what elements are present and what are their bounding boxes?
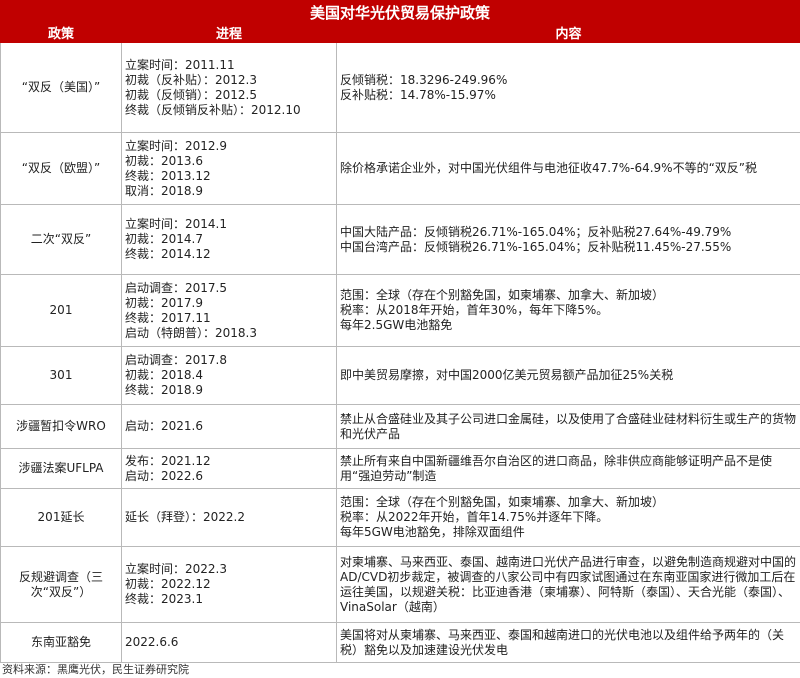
progress-cell: 立案时间：2014.1 初裁：2014.7 终裁：2014.12 — [121, 204, 337, 275]
content-cell: 中国大陆产品：反倾销税26.71%-165.04%；反补贴税27.64%-49.… — [336, 204, 800, 275]
content-line: 范围：全球（存在个别豁免国，如柬埔寨、加拿大、新加坡） — [340, 495, 665, 509]
progress-line: 取消：2018.9 — [125, 183, 203, 198]
content-cell: 即中美贸易摩擦，对中国2000亿美元贸易额产品加征25%关税 — [336, 346, 800, 405]
progress-line: 初裁：2017.9 — [125, 295, 203, 310]
progress-line: 立案时间：2012.9 — [125, 138, 227, 153]
content-line: 反倾销税：18.3296-249.96% — [340, 72, 508, 87]
page: 美国对华光伏贸易保护政策 政策 进程 内容 “双反（美国）” 立案时间：2011.… — [0, 0, 800, 678]
content-line: 禁止从合盛硅业及其子公司进口金属硅，以及使用了合盛硅业硅材料衍生或生产的货物和光… — [340, 411, 797, 441]
progress-cell: 立案时间：2011.11 初裁（反补贴）：2012.3 初裁（反倾销）：2012.5… — [121, 42, 337, 133]
content-line: 对柬埔寨、马来西亚、泰国、越南进口光伏产品进行审查，以避免制造商规避对中国的AD… — [340, 554, 797, 614]
policy-cell: 201延长 — [0, 488, 122, 547]
header-content: 内容 — [336, 26, 800, 43]
policy-cell: “双反（美国）” — [0, 42, 122, 133]
policy-cell: 东南亚豁免 — [0, 622, 122, 663]
table-row: 二次“双反” 立案时间：2014.1 初裁：2014.7 终裁：2014.12 中国大陆… — [0, 204, 800, 275]
policy-cell: 二次“双反” — [0, 204, 122, 275]
table-row: 东南亚豁免 2022.6.6 美国将对从柬埔寨、马来西亚、泰国和越南进口的光伏电池以… — [0, 622, 800, 663]
content-line: 除价格承诺企业外，对中国光伏组件与电池征收47.7%-64.9%不等的“双反”税 — [340, 161, 758, 175]
content-line: 美国将对从柬埔寨、马来西亚、泰国和越南进口的光伏电池以及组件给予两年的（关税）豁… — [340, 627, 785, 657]
content-line: 每年5GW电池豁免，排除双面组件 — [340, 525, 525, 539]
policy-cell: 涉疆法案UFLPA — [0, 448, 122, 489]
progress-line: 立案时间：2022.3 — [125, 562, 227, 576]
content-line: 禁止所有来自中国新疆维吾尔自治区的进口商品，除非供应商能够证明产品不是使用“强迫… — [340, 453, 773, 483]
progress-line: 延长（拜登）：2022.2 — [125, 510, 245, 524]
progress-line: 终裁：2023.1 — [125, 592, 203, 606]
policy-cell: “双反（欧盟）” — [0, 132, 122, 205]
content-cell: 对柬埔寨、马来西亚、泰国、越南进口光伏产品进行审查，以避免制造商规避对中国的AD… — [336, 546, 800, 623]
table-row: 201延长 延长（拜登）：2022.2 范围：全球（存在个别豁免国，如柬埔寨、加拿大… — [0, 488, 800, 547]
policy-table: 政策 进程 内容 “双反（美国）” 立案时间：2011.11 初裁（反补贴）：201… — [0, 26, 800, 663]
content-cell: 美国将对从柬埔寨、马来西亚、泰国和越南进口的光伏电池以及组件给予两年的（关税）豁… — [336, 622, 800, 663]
header-policy: 政策 — [0, 26, 122, 43]
progress-cell: 启动调查：2017.8 初裁：2018.4 终裁：2018.9 — [121, 346, 337, 405]
policy-cell: 201 — [0, 274, 122, 347]
header-progress: 进程 — [121, 26, 337, 43]
progress-line: 终裁：2014.12 — [125, 247, 211, 261]
table-row: “双反（美国）” 立案时间：2011.11 初裁（反补贴）：2012.3 初裁（反倾销… — [0, 42, 800, 133]
progress-line: 终裁：2013.12 — [125, 168, 211, 183]
progress-cell: 发布：2021.12 启动：2022.6 — [121, 448, 337, 489]
content-cell: 反倾销税：18.3296-249.96% 反补贴税：14.78%-15.97% — [336, 42, 800, 133]
content-line: 中国大陆产品：反倾销税26.71%-165.04%；反补贴税27.64%-49.… — [340, 224, 732, 239]
table-row: 涉疆暂扣令WRO 启动：2021.6 禁止从合盛硅业及其子公司进口金属硅，以及使用了… — [0, 404, 800, 449]
progress-line: 终裁（反倾销反补贴）：2012.10 — [125, 102, 301, 117]
content-cell: 范围：全球（存在个别豁免国，如柬埔寨、加拿大、新加坡） 税率：从2018年开始，首… — [336, 274, 800, 347]
content-cell: 范围：全球（存在个别豁免国，如柬埔寨、加拿大、新加坡） 税率：从2022年开始，首… — [336, 488, 800, 547]
progress-line: 初裁（反倾销）：2012.5 — [125, 87, 257, 102]
table-row: 反规避调查（三次“双反”） 立案时间：2022.3 初裁：2022.12 终裁：202… — [0, 546, 800, 623]
progress-line: 初裁：2013.6 — [125, 153, 203, 168]
content-line: 即中美贸易摩擦，对中国2000亿美元贸易额产品加征25%关税 — [340, 368, 674, 382]
content-line: 每年2.5GW电池豁免 — [340, 318, 453, 332]
progress-line: 初裁：2022.12 — [125, 577, 211, 591]
progress-line: 启动调查：2017.5 — [125, 280, 227, 295]
policy-cell: 反规避调查（三次“双反”） — [0, 546, 122, 623]
progress-line: 初裁（反补贴）：2012.3 — [125, 72, 257, 87]
table-row: 涉疆法案UFLPA 发布：2021.12 启动：2022.6 禁止所有来自中国新疆维吾… — [0, 448, 800, 489]
table-row: “双反（欧盟）” 立案时间：2012.9 初裁：2013.6 终裁：2013.12 取消… — [0, 132, 800, 205]
progress-line: 启动：2021.6 — [125, 419, 203, 433]
content-cell: 禁止所有来自中国新疆维吾尔自治区的进口商品，除非供应商能够证明产品不是使用“强迫… — [336, 448, 800, 489]
content-line: 中国台湾产品：反倾销税26.71%-165.04%；反补贴税11.45%-27.… — [340, 239, 732, 254]
content-line: 税率：从2022年开始，首年14.75%并逐年下降。 — [340, 510, 609, 524]
progress-cell: 延长（拜登）：2022.2 — [121, 488, 337, 547]
progress-cell: 启动：2021.6 — [121, 404, 337, 449]
progress-line: 启动调查：2017.8 — [125, 353, 227, 367]
progress-cell: 启动调查：2017.5 初裁：2017.9 终裁：2017.11 启动（特朗普）：20… — [121, 274, 337, 347]
progress-line: 立案时间：2011.11 — [125, 57, 235, 72]
progress-line: 启动：2022.6 — [125, 468, 203, 483]
policy-cell: 涉疆暂扣令WRO — [0, 404, 122, 449]
progress-cell: 立案时间：2012.9 初裁：2013.6 终裁：2013.12 取消：2018.9 — [121, 132, 337, 205]
progress-line: 发布：2021.12 — [125, 453, 211, 468]
content-line: 反补贴税：14.78%-15.97% — [340, 87, 496, 102]
table-title: 美国对华光伏贸易保护政策 — [0, 0, 800, 26]
source-note: 资料来源：黑鹰光伏，民生证券研究院 — [2, 663, 189, 676]
policy-cell: 301 — [0, 346, 122, 405]
progress-line: 终裁：2017.11 — [125, 310, 211, 325]
content-line: 范围：全球（存在个别豁免国，如柬埔寨、加拿大、新加坡） — [340, 288, 665, 302]
content-line: 税率：从2018年开始，首年30%，每年下降5%。 — [340, 303, 609, 317]
header-row: 政策 进程 内容 — [0, 26, 800, 43]
table-row: 201 启动调查：2017.5 初裁：2017.9 终裁：2017.11 启动（特朗普）… — [0, 274, 800, 347]
progress-line: 启动（特朗普）：2018.3 — [125, 325, 257, 340]
progress-line: 初裁：2018.4 — [125, 368, 203, 382]
progress-cell: 立案时间：2022.3 初裁：2022.12 终裁：2023.1 — [121, 546, 337, 623]
content-cell: 除价格承诺企业外，对中国光伏组件与电池征收47.7%-64.9%不等的“双反”税 — [336, 132, 800, 205]
progress-line: 2022.6.6 — [125, 635, 179, 649]
progress-line: 初裁：2014.7 — [125, 232, 203, 246]
progress-cell: 2022.6.6 — [121, 622, 337, 663]
progress-line: 立案时间：2014.1 — [125, 217, 227, 231]
content-cell: 禁止从合盛硅业及其子公司进口金属硅，以及使用了合盛硅业硅材料衍生或生产的货物和光… — [336, 404, 800, 449]
table-row: 301 启动调查：2017.8 初裁：2018.4 终裁：2018.9 即中美贸易摩擦，… — [0, 346, 800, 405]
progress-line: 终裁：2018.9 — [125, 383, 203, 397]
